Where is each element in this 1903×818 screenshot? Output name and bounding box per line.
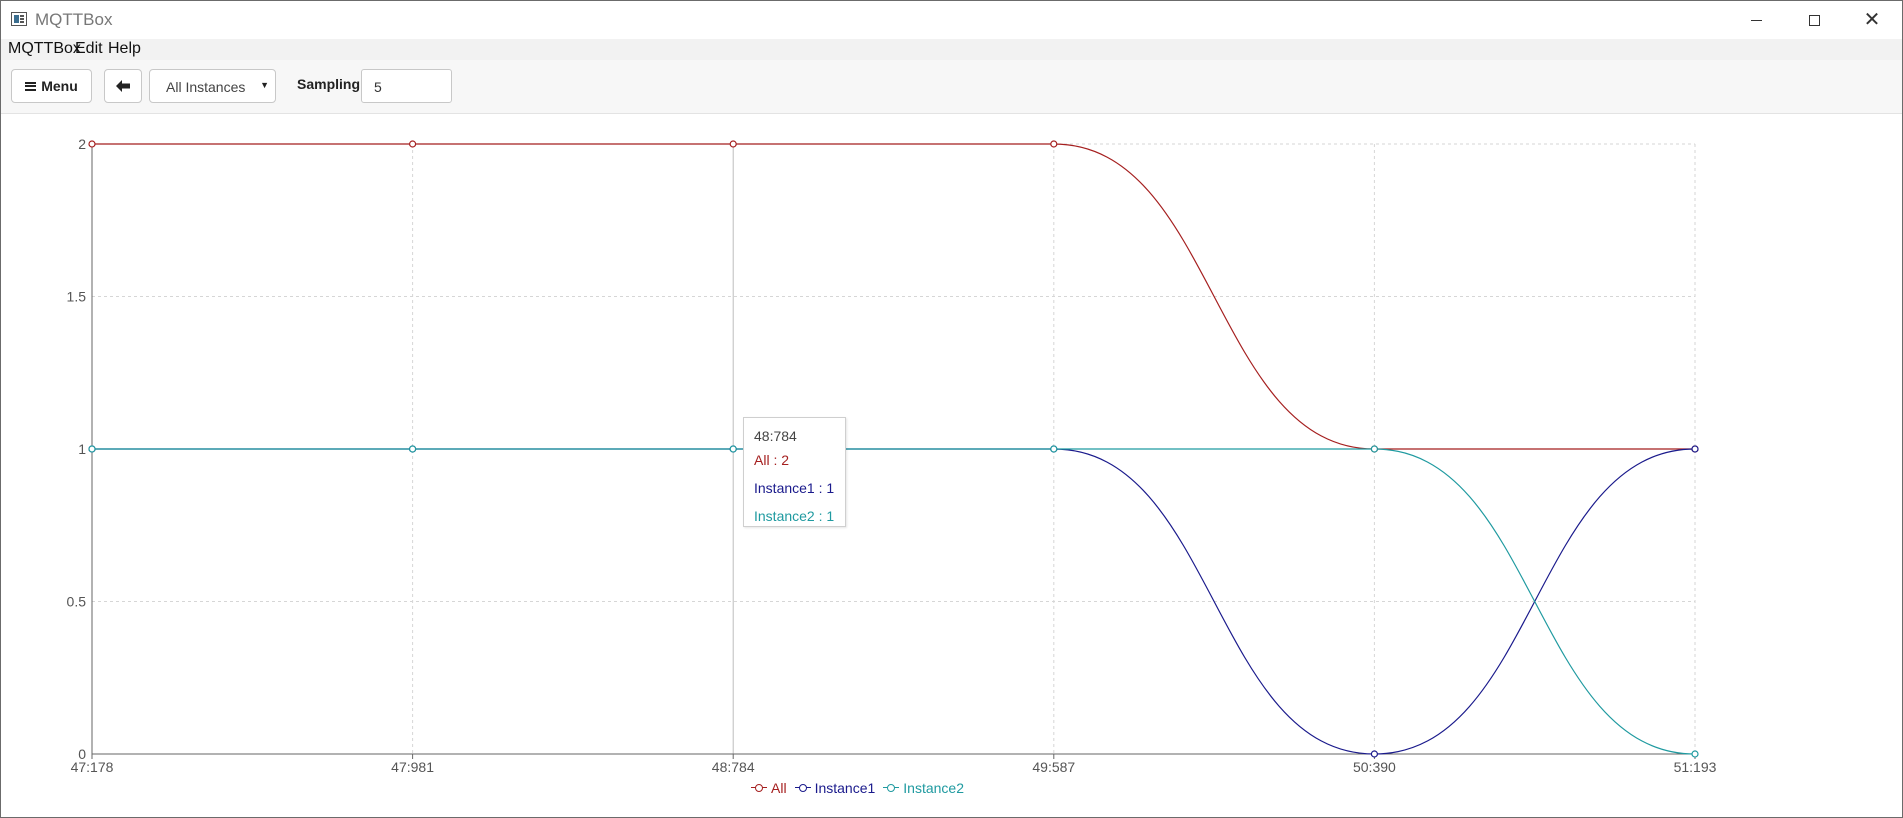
data-point-all xyxy=(409,140,417,148)
menu-item-mqttbox[interactable]: MQTTBox xyxy=(8,40,81,58)
y-tick-label: 1 xyxy=(78,441,86,457)
tooltip-row-instance2: Instance2 : 1 xyxy=(754,508,835,524)
data-point-instance2 xyxy=(1370,445,1379,453)
legend-marker-icon xyxy=(751,783,767,793)
x-tick-label: 49:587 xyxy=(1032,759,1075,775)
sampling-input-value: 5 xyxy=(374,79,382,95)
close-button[interactable]: ✕ xyxy=(1843,1,1901,39)
x-tick-label: 47:981 xyxy=(391,759,434,775)
x-tick-label: 47:178 xyxy=(71,759,114,775)
app-icon xyxy=(11,12,27,26)
minimize-icon xyxy=(1750,19,1762,21)
data-point-instance2 xyxy=(409,445,417,453)
minimize-button[interactable] xyxy=(1727,1,1785,39)
menu-button-label: Menu xyxy=(41,78,78,94)
chart-legend: All Instance1 Instance2 xyxy=(751,778,964,798)
menu-bar: MQTTBox Edit Help xyxy=(1,39,1902,60)
tooltip-row-all: All : 2 xyxy=(754,452,790,468)
menu-button[interactable]: Menu xyxy=(11,69,92,103)
y-tick-label: 0.5 xyxy=(67,594,87,610)
toolbar: Menu All Instances ▼ Sampling 5 xyxy=(1,60,1902,114)
hamburger-icon xyxy=(25,81,37,91)
tooltip-row-instance1: Instance1 : 1 xyxy=(754,480,835,496)
arrow-left-icon xyxy=(116,80,130,92)
instance-select-value: All Instances xyxy=(166,79,246,95)
y-tick-label: 2 xyxy=(78,136,86,152)
data-point-instance2 xyxy=(1050,445,1058,453)
maximize-icon xyxy=(1808,14,1820,26)
app-window: MQTTBox ✕ MQTTBox Edit Help Menu All Ins… xyxy=(0,0,1903,818)
legend-marker-icon xyxy=(794,783,811,793)
legend-label: Instance2 xyxy=(903,780,964,796)
x-tick-label: 48:784 xyxy=(712,759,755,775)
window-title: MQTTBox xyxy=(35,10,113,29)
legend-marker-icon xyxy=(883,783,900,793)
legend-item-all[interactable]: All xyxy=(751,780,787,796)
data-point-instance2 xyxy=(88,445,96,453)
tooltip-title: 48:784 xyxy=(754,428,797,444)
data-point-instance1 xyxy=(1370,750,1379,758)
legend-item-instance1[interactable]: Instance1 xyxy=(794,780,876,796)
chevron-down-icon: ▼ xyxy=(260,80,269,90)
data-point-instance1 xyxy=(1691,445,1699,453)
chart-tooltip: 48:784 All : 2 Instance1 : 1 Instance2 :… xyxy=(743,417,846,527)
maximize-button[interactable] xyxy=(1785,1,1843,39)
sampling-input[interactable]: 5 xyxy=(361,69,452,103)
x-tick-label: 51:193 xyxy=(1674,759,1717,775)
data-point-instance2 xyxy=(729,445,737,453)
back-button[interactable] xyxy=(104,69,142,103)
title-bar: MQTTBox ✕ xyxy=(1,1,1902,39)
y-tick-label: 1.5 xyxy=(67,289,87,305)
line-chart: 00.511.5247:178 47:981 48:784 49:587 50:390 5… xyxy=(67,136,1717,775)
chart-area: 0 0.5 1 1.5 2 47:178 47:981 48:784 49:587 50:390 5… xyxy=(1,114,1902,817)
legend-label: All xyxy=(771,780,787,796)
menu-item-help[interactable]: Help xyxy=(108,40,141,58)
x-tick-label: 50:390 xyxy=(1353,759,1396,775)
sampling-label: Sampling xyxy=(297,76,361,92)
legend-item-instance2[interactable]: Instance2 xyxy=(883,780,964,796)
data-point-all xyxy=(88,140,96,148)
menu-item-edit[interactable]: Edit xyxy=(75,40,103,58)
instance-select[interactable]: All Instances ▼ xyxy=(149,69,276,103)
close-icon: ✕ xyxy=(1863,9,1881,31)
data-point-all xyxy=(729,140,737,148)
legend-label: Instance1 xyxy=(814,780,876,796)
data-point-all xyxy=(1050,140,1058,148)
data-point-instance2 xyxy=(1691,750,1699,758)
